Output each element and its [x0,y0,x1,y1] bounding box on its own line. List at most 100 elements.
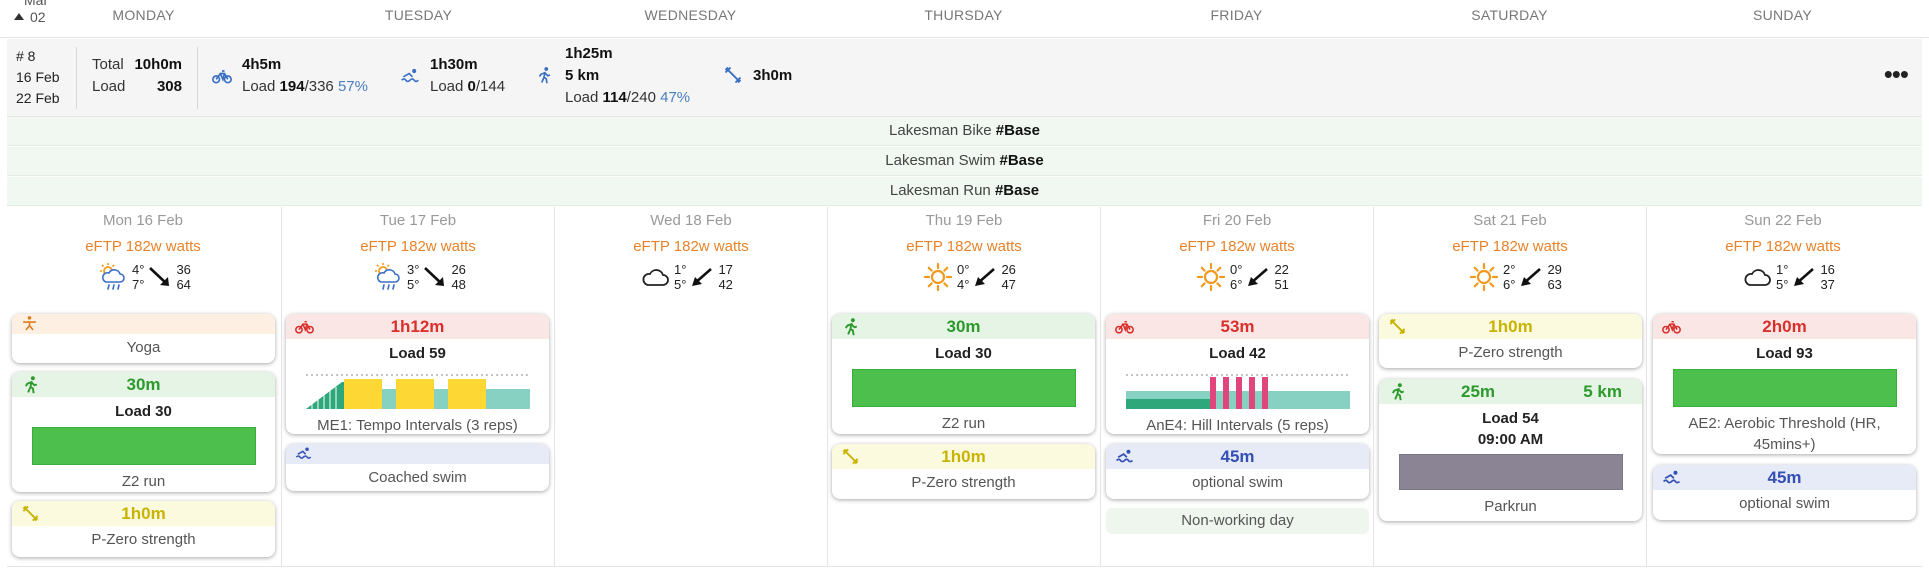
eftp-label: eFTP 182w watts [360,238,476,255]
workout-card-swim[interactable]: 45m optional swim [1653,465,1916,520]
weather-forecast[interactable]: 3° 5° 26 48 [281,262,555,296]
temp-low: 5° [674,277,687,292]
temp-high: 0° [957,262,970,277]
workout-duration: 45m [1220,447,1255,466]
workout-card-parkrun[interactable]: 25m 5 km Load 54 09:00 AM Parkrun [1379,379,1642,521]
week-range[interactable]: # 8 16 Feb 22 Feb [16,46,60,109]
workout-load: Load 30 [115,403,172,420]
temp-high: 3° [407,262,420,277]
day-date[interactable]: Fri 20 Feb [1100,212,1374,229]
plan-tag: #Base [994,182,1040,199]
run-icon [844,318,858,336]
plan-tag: #Base [999,152,1044,169]
workout-card-strength[interactable]: 1h0m P-Zero strength [832,444,1095,499]
workout-profile [1672,368,1897,408]
card-header [286,444,549,464]
workout-name: Parkrun [1484,498,1537,515]
day-date[interactable]: Wed 18 Feb [554,212,828,229]
workout-card-strength[interactable]: 1h0m P-Zero strength [12,501,275,557]
column-divider [1100,207,1101,567]
bike-icon [295,320,314,334]
workout-card-strength[interactable]: 1h0m P-Zero strength [1379,314,1642,368]
day-date[interactable]: Thu 19 Feb [827,212,1101,229]
weather-forecast[interactable]: 1° 5° 17 42 [554,262,828,296]
workout-name: ME1: Tempo Intervals (3 reps) [317,417,518,434]
workout-card-yoga[interactable]: Yoga [12,314,275,363]
load-value: 308 [156,78,182,95]
workout-card-run[interactable]: 30m Load 30 Z2 run [12,372,275,492]
workout-duration: 45m [1767,468,1802,487]
workout-name: P-Zero strength [911,474,1016,491]
column-divider [554,207,555,567]
plan-name: Lakesman Bike [889,122,992,139]
day-header-thursday: THURSDAY [924,7,1003,23]
card-header: 1h0m [12,501,275,526]
week-summary: # 8 16 Feb 22 Feb Total 10h0m Load 308 4h5… [7,39,1922,117]
run-distance: 5 km [565,67,600,84]
card-header: 30m [12,372,275,397]
wind-speed-a: 36 [176,262,191,277]
plan-name: Lakesman Swim [885,152,996,169]
swim-time: 1h30m [430,56,478,73]
run-icon [24,376,38,394]
temp-low: 6° [1503,277,1516,292]
weather-forecast[interactable]: 2° 6° 29 63 [1373,262,1647,296]
swim-load-label: Load [430,78,464,95]
day-date[interactable]: Sun 22 Feb [1646,212,1920,229]
more-options-icon[interactable]: ••• [1884,61,1909,87]
temp-high: 1° [1776,262,1789,277]
workout-card-bike[interactable]: 2h0m Load 93 AE2: Aerobic Threshold (HR,… [1653,314,1916,454]
workout-name: Coached swim [368,469,467,486]
workout-name: Z2 run [941,415,986,432]
eftp-label: eFTP 182w watts [633,238,749,255]
day-header-monday: MONDAY [112,7,175,23]
card-header: 1h0m [1379,314,1642,339]
strength-time: 3h0m [753,67,793,84]
bike-summary: 4h5m Load 194/336 57% [212,54,372,99]
swim-load: 0 [467,78,476,95]
weather-forecast[interactable]: 4° 7° 36 64 [6,262,280,296]
temperature: 0° 6° [1230,262,1242,292]
run-icon [538,67,551,84]
wind-speed-a: 26 [1001,262,1016,277]
workout-profile [31,426,256,466]
bike-load-max: /336 [304,78,334,95]
sun-icon [923,262,957,297]
workout-profile [1125,374,1350,409]
swim-icon [1662,470,1681,484]
temp-low: 5° [1776,277,1789,292]
workout-load: Load 42 [1209,345,1266,362]
day-date[interactable]: Tue 17 Feb [281,212,555,229]
workout-duration: 1h0m [941,447,986,466]
plan-row-run[interactable]: Lakesman Run #Base [7,177,1922,206]
plan-row-swim[interactable]: Lakesman Swim #Base [7,147,1922,176]
day-date[interactable]: Mon 16 Feb [6,212,280,229]
workout-card-run[interactable]: 30m Load 30 Z2 run [832,314,1095,434]
weather-forecast[interactable]: 0° 4° 26 47 [827,262,1101,296]
calendar-bottom-border [7,566,1922,567]
eftp-label: eFTP 182w watts [906,238,1022,255]
strength-icon [724,66,742,84]
workout-name: P-Zero strength [1458,344,1563,361]
temperature: 4° 7° [132,262,144,292]
workout-load: Load 59 [389,345,446,362]
temp-low: 6° [1230,277,1243,292]
temperature: 2° 6° [1503,262,1515,292]
total-value: 10h0m [134,56,182,73]
wind-direction-icon [144,262,176,295]
divider [197,47,198,109]
wind-speed-b: 37 [1820,277,1835,292]
weather-forecast[interactable]: 1° 5° 16 37 [1646,262,1920,296]
day-date[interactable]: Sat 21 Feb [1373,212,1647,229]
weather-forecast[interactable]: 0° 6° 22 51 [1100,262,1374,296]
workout-card-bike[interactable]: 1h12m Load 59 ME1: Tempo Intervals (3 re… [286,314,549,434]
wind-speed-a: 26 [451,262,466,277]
temp-low: 7° [132,277,145,292]
workout-duration: 1h0m [1488,317,1533,336]
workout-card-swim[interactable]: Coached swim [286,444,549,491]
non-working-day-badge[interactable]: Non-working day [1106,508,1369,534]
wind-speed-b: 48 [451,277,466,292]
workout-card-bike[interactable]: 53m Load 42 AnE4: Hill Intervals (5 reps… [1106,314,1369,434]
plan-row-bike[interactable]: Lakesman Bike #Base [7,117,1922,146]
workout-card-swim[interactable]: 45m optional swim [1106,444,1369,499]
